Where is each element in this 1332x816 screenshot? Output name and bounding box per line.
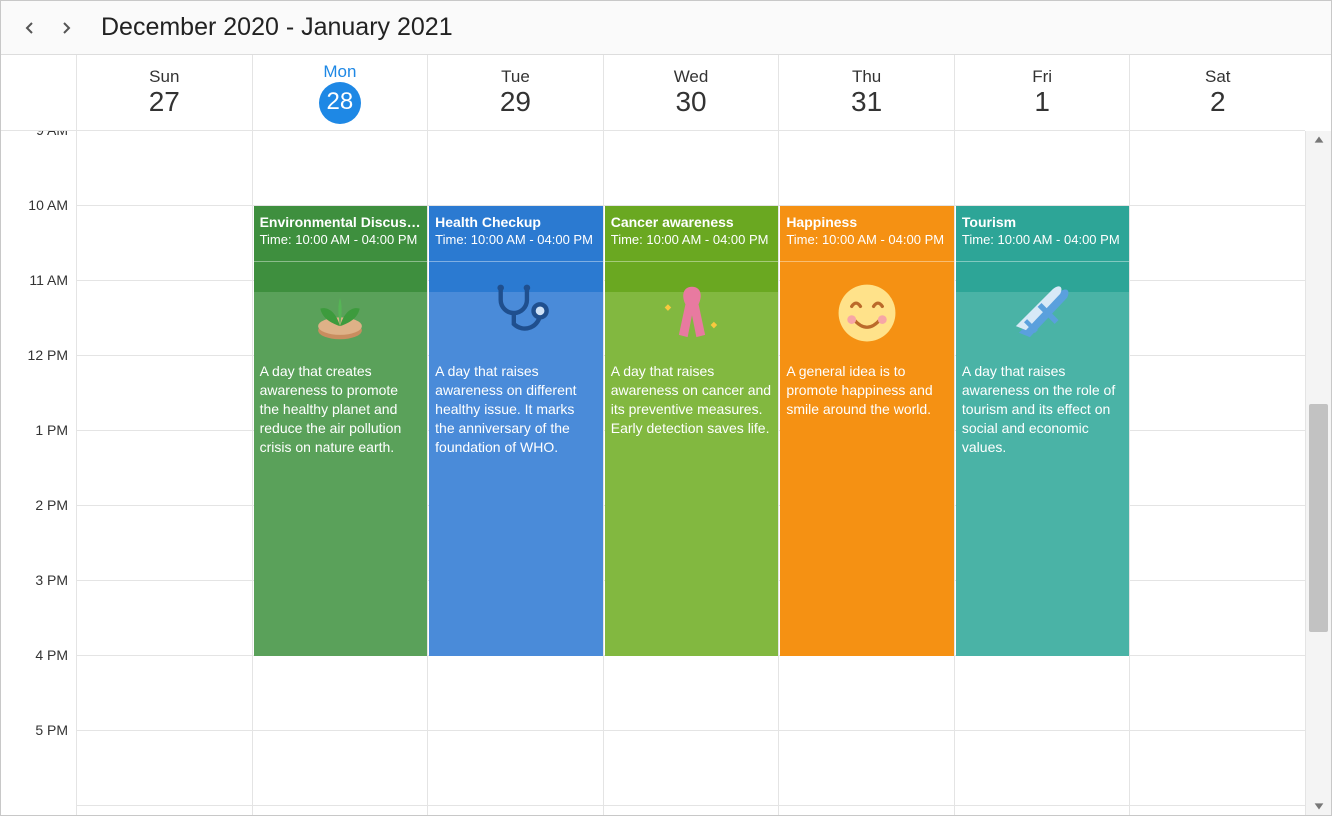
day-column[interactable] xyxy=(77,131,253,815)
event-title: Environmental Discuss... xyxy=(260,214,422,230)
date-number: 1 xyxy=(1034,87,1050,118)
calendar-event[interactable]: Happiness Time: 10:00 AM - 04:00 PM A gene… xyxy=(780,206,954,656)
smile-icon xyxy=(786,272,948,362)
date-number: 30 xyxy=(675,87,706,118)
event-title: Cancer awareness xyxy=(611,214,773,230)
day-header-thu[interactable]: Thu31 xyxy=(779,55,955,130)
time-label: 5 PM xyxy=(1,722,76,797)
app-frame: December 2020 - January 2021 Sun27Mon28T… xyxy=(0,0,1332,816)
time-label: 4 PM xyxy=(1,647,76,722)
scrollbar-track[interactable] xyxy=(1306,149,1331,797)
chevron-right-icon xyxy=(58,20,74,36)
day-header-sun[interactable]: Sun27 xyxy=(77,55,253,130)
next-button[interactable] xyxy=(51,13,81,43)
toolbar: December 2020 - January 2021 xyxy=(1,1,1331,55)
ribbon-icon xyxy=(611,272,773,362)
plane-icon xyxy=(962,272,1124,362)
event-title: Happiness xyxy=(786,214,948,230)
event-time: Time: 10:00 AM - 04:00 PM xyxy=(962,232,1124,247)
day-column[interactable]: Environmental Discuss... Time: 10:00 AM -… xyxy=(253,131,429,815)
gutter-header xyxy=(1,55,77,130)
day-headers: Sun27Mon28Tue29Wed30Thu31Fri1Sat2 xyxy=(1,55,1305,131)
day-columns: Environmental Discuss... Time: 10:00 AM -… xyxy=(77,131,1305,815)
time-label: 3 PM xyxy=(1,572,76,647)
day-column[interactable]: Tourism Time: 10:00 AM - 04:00 PM A day th… xyxy=(955,131,1131,815)
event-title: Health Checkup xyxy=(435,214,597,230)
scrollbar-thumb[interactable] xyxy=(1309,404,1328,632)
event-description: A day that raises awareness on different… xyxy=(435,362,597,456)
event-description: A day that raises awareness on the role … xyxy=(962,362,1124,456)
event-title: Tourism xyxy=(962,214,1124,230)
calendar-grid[interactable]: 9 AM10 AM11 AM12 PM1 PM2 PM3 PM4 PM5 PM … xyxy=(1,131,1305,815)
day-of-week-label: Wed xyxy=(674,67,709,87)
event-description: A general idea is to promote happiness a… xyxy=(786,362,948,419)
event-time: Time: 10:00 AM - 04:00 PM xyxy=(786,232,948,247)
calendar-event[interactable]: Cancer awareness Time: 10:00 AM - 04:00 P… xyxy=(605,206,779,656)
prev-button[interactable] xyxy=(15,13,45,43)
time-label: 1 PM xyxy=(1,422,76,497)
time-label: 11 AM xyxy=(1,272,76,347)
vertical-scrollbar[interactable] xyxy=(1305,131,1331,815)
time-label: 12 PM xyxy=(1,347,76,422)
calendar-layout: Sun27Mon28Tue29Wed30Thu31Fri1Sat2 9 AM10… xyxy=(1,55,1331,815)
calendar-main: Sun27Mon28Tue29Wed30Thu31Fri1Sat2 9 AM10… xyxy=(1,55,1331,815)
date-number: 27 xyxy=(149,87,180,118)
plant-icon xyxy=(260,272,422,362)
date-number: 31 xyxy=(851,87,882,118)
day-header-wed[interactable]: Wed30 xyxy=(604,55,780,130)
time-label: 2 PM xyxy=(1,497,76,572)
scroll-down-icon[interactable] xyxy=(1312,799,1326,813)
day-of-week-label: Sun xyxy=(149,67,179,87)
day-of-week-label: Mon xyxy=(323,62,356,82)
day-of-week-label: Fri xyxy=(1032,67,1052,87)
day-column[interactable]: Happiness Time: 10:00 AM - 04:00 PM A gene… xyxy=(779,131,955,815)
date-number: 29 xyxy=(500,87,531,118)
day-header-fri[interactable]: Fri1 xyxy=(955,55,1131,130)
event-time: Time: 10:00 AM - 04:00 PM xyxy=(611,232,773,247)
calendar-event[interactable]: Environmental Discuss... Time: 10:00 AM -… xyxy=(254,206,428,656)
event-time: Time: 10:00 AM - 04:00 PM xyxy=(435,232,597,247)
day-of-week-label: Thu xyxy=(852,67,881,87)
time-gutter: 9 AM10 AM11 AM12 PM1 PM2 PM3 PM4 PM5 PM xyxy=(1,131,77,815)
day-header-sat[interactable]: Sat2 xyxy=(1130,55,1305,130)
day-of-week-label: Sat xyxy=(1205,67,1231,87)
day-header-tue[interactable]: Tue29 xyxy=(428,55,604,130)
day-column[interactable] xyxy=(1130,131,1305,815)
calendar-event[interactable]: Tourism Time: 10:00 AM - 04:00 PM A day th… xyxy=(956,206,1130,656)
date-number: 2 xyxy=(1210,87,1226,118)
time-label: 9 AM xyxy=(1,131,76,197)
event-description: A day that raises awareness on cancer an… xyxy=(611,362,773,438)
day-header-mon[interactable]: Mon28 xyxy=(253,55,429,130)
date-range-title: December 2020 - January 2021 xyxy=(101,13,453,42)
date-number: 28 xyxy=(319,82,361,124)
day-column[interactable]: Health Checkup Time: 10:00 AM - 04:00 PM A… xyxy=(428,131,604,815)
day-column[interactable]: Cancer awareness Time: 10:00 AM - 04:00 P… xyxy=(604,131,780,815)
day-of-week-label: Tue xyxy=(501,67,530,87)
event-time: Time: 10:00 AM - 04:00 PM xyxy=(260,232,422,247)
chevron-left-icon xyxy=(22,20,38,36)
time-label: 10 AM xyxy=(1,197,76,272)
calendar-event[interactable]: Health Checkup Time: 10:00 AM - 04:00 PM A… xyxy=(429,206,603,656)
scroll-up-icon[interactable] xyxy=(1312,133,1326,147)
event-description: A day that creates awareness to promote … xyxy=(260,362,422,456)
stethoscope-icon xyxy=(435,272,597,362)
